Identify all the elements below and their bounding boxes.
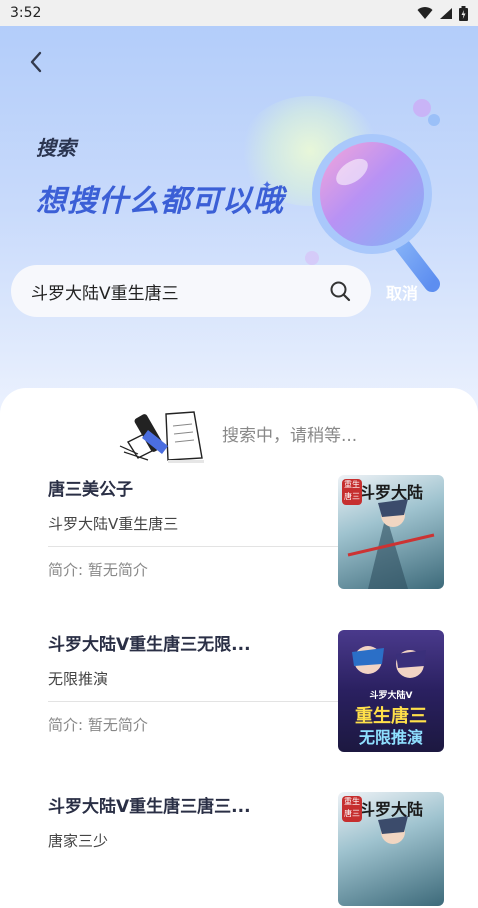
- writing-illustration-icon: [119, 411, 204, 463]
- wifi-icon: [417, 6, 433, 19]
- result-author: 唐家三少: [48, 832, 109, 850]
- search-input-value[interactable]: 斗罗大陆V重生唐三: [31, 279, 329, 304]
- result-item[interactable]: 斗罗大陆V重生唐三无限... 无限推演 简介: 暂无简介 斗罗大陆V 重生唐三 …: [48, 630, 444, 752]
- result-divider: [48, 546, 338, 547]
- sparkle-icon: ✦: [262, 178, 273, 192]
- search-input[interactable]: 斗罗大陆V重生唐三: [11, 265, 371, 317]
- battery-icon: [459, 5, 468, 21]
- result-divider: [48, 701, 338, 702]
- cancel-button[interactable]: 取消: [386, 280, 418, 304]
- status-time: 3:52: [10, 5, 42, 21]
- book-cover[interactable]: 斗罗大陆V 重生唐三 无限推演: [338, 630, 444, 752]
- result-author: 斗罗大陆V重生唐三: [48, 515, 179, 533]
- cover-badge: 重生唐三: [342, 479, 362, 505]
- result-author: 无限推演: [48, 670, 109, 688]
- results-panel: 搜索中，请稍等... 唐三美公子 斗罗大陆V重生唐三 简介: 暂无简介 斗罗大陆…: [0, 388, 478, 906]
- result-item[interactable]: 唐三美公子 斗罗大陆V重生唐三 简介: 暂无简介 斗罗大陆 重生唐三: [48, 475, 444, 591]
- search-header: 搜索 想搜什么都可以哦 ✦ 斗罗大陆V重生唐三 取消: [0, 26, 478, 426]
- result-title[interactable]: 斗罗大陆V重生唐三唐三...: [48, 792, 251, 817]
- hero-title: 想搜什么都可以哦: [36, 184, 284, 219]
- cover-top-label: 斗罗大陆V: [369, 691, 413, 701]
- cover-subtitle: 无限推演: [358, 728, 423, 747]
- result-item[interactable]: 斗罗大陆V重生唐三唐三... 唐家三少 斗罗大陆 重生唐三: [48, 792, 444, 908]
- chevron-left-icon: [30, 51, 42, 73]
- signal-icon: [440, 7, 452, 19]
- search-icon[interactable]: [329, 280, 351, 302]
- status-bar: 3:52: [0, 0, 478, 26]
- book-cover[interactable]: 斗罗大陆 重生唐三: [338, 475, 444, 589]
- cover-badge: 重生唐三: [342, 796, 362, 822]
- hero-subtitle: 搜索: [36, 136, 76, 160]
- status-icons: [417, 5, 468, 21]
- result-intro: 简介: 暂无简介: [48, 716, 148, 734]
- book-cover[interactable]: 斗罗大陆 重生唐三: [338, 792, 444, 906]
- result-title[interactable]: 斗罗大陆V重生唐三无限...: [48, 630, 251, 655]
- loading-indicator: 搜索中，请稍等...: [118, 402, 357, 464]
- result-intro: 简介: 暂无简介: [48, 561, 148, 579]
- result-title[interactable]: 唐三美公子: [48, 475, 133, 500]
- loading-text: 搜索中，请稍等...: [222, 425, 358, 446]
- back-button[interactable]: [22, 48, 50, 76]
